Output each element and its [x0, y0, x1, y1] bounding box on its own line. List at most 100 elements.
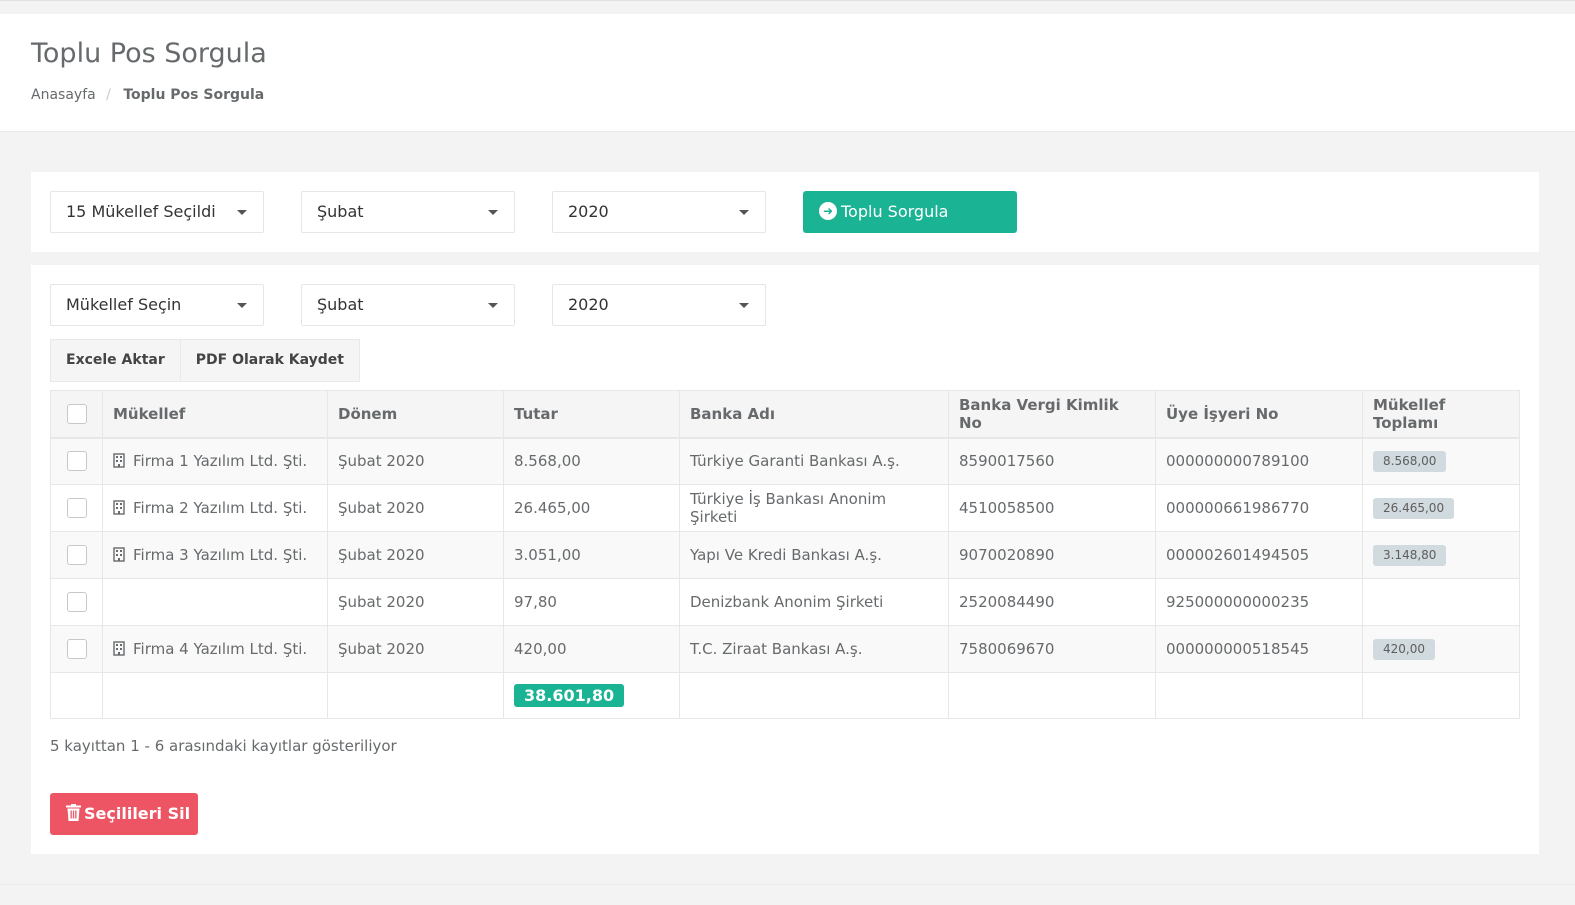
- period-cell: Şubat 2020: [327, 625, 504, 673]
- column-header-period[interactable]: Dönem: [327, 390, 504, 439]
- bulk-query-button-label: Toplu Sorgula: [841, 202, 949, 221]
- merchant-no-cell: 000000000518545: [1155, 625, 1363, 673]
- row-checkbox[interactable]: [66, 498, 87, 518]
- row-checkbox[interactable]: [66, 592, 87, 612]
- row-checkbox[interactable]: [66, 639, 87, 659]
- bulk-query-button[interactable]: ➜ Toplu Sorgula: [803, 191, 1017, 233]
- building-icon: [113, 546, 125, 562]
- delete-selected-label: Seçilileri Sil: [84, 804, 191, 823]
- delete-selected-button[interactable]: Seçilileri Sil: [50, 793, 198, 835]
- column-header-taxpayer-total[interactable]: Mükellef Toplamı: [1362, 390, 1520, 439]
- row-select-cell: [50, 531, 103, 579]
- period-cell: Şubat 2020: [327, 578, 504, 626]
- breadcrumb: Anasayfa / Toplu Pos Sorgula: [31, 87, 264, 103]
- amount-cell: 26.465,00: [503, 484, 680, 532]
- filter-month-select[interactable]: Şubat: [301, 284, 515, 326]
- taxpayer-total-cell: [1362, 578, 1520, 626]
- total-empty-cell: [1362, 672, 1520, 719]
- column-header-amount[interactable]: Tutar: [503, 390, 680, 439]
- row-select-cell: [50, 437, 103, 485]
- year-select[interactable]: 2020: [552, 191, 766, 233]
- merchant-no-cell: 000000000789100: [1155, 437, 1363, 485]
- total-empty-cell: [50, 672, 103, 719]
- month-select[interactable]: Şubat: [301, 191, 515, 233]
- grand-total-cell: 38.601,80: [503, 672, 680, 719]
- breadcrumb-home-link[interactable]: Anasayfa: [31, 87, 96, 103]
- company-name: Firma 4 Yazılım Ltd. Şti.: [133, 640, 308, 658]
- filter-year-select[interactable]: 2020: [552, 284, 766, 326]
- row-checkbox[interactable]: [66, 545, 87, 565]
- row-select-cell: [50, 484, 103, 532]
- results-panel: Mükellef Seçin Şubat 2020 Excele Aktar P…: [31, 265, 1539, 854]
- caret-down-icon: [488, 210, 498, 215]
- total-empty-cell: [948, 672, 1156, 719]
- bank-tax-no-cell: 9070020890: [948, 531, 1156, 579]
- total-empty-cell: [102, 672, 328, 719]
- table-info-text: 5 kayıttan 1 - 6 arasındaki kayıtlar gös…: [50, 737, 397, 755]
- column-header-merchant-no[interactable]: Üye İşyeri No: [1155, 390, 1363, 439]
- bank-name-cell: Yapı Ve Kredi Bankası A.ş.: [679, 531, 949, 579]
- caret-down-icon: [739, 210, 749, 215]
- footer-divider: [0, 884, 1575, 885]
- table-row: Firma 1 Yazılım Ltd. Şti. Şubat 2020 8.5…: [50, 437, 1520, 485]
- taxpayer-select[interactable]: Mükellef Seçin: [50, 284, 264, 326]
- table-header-row: Mükellef Dönem Tutar Banka Adı Banka Ver…: [50, 390, 1520, 439]
- top-strip: [0, 0, 1575, 14]
- taxpayer-multi-select[interactable]: 15 Mükellef Seçildi: [50, 191, 264, 233]
- taxpayer-total-label: 420,00: [1373, 638, 1435, 660]
- amount-cell: 420,00: [503, 625, 680, 673]
- bank-name-cell: Türkiye Garanti Bankası A.ş.: [679, 437, 949, 485]
- caret-down-icon: [488, 303, 498, 308]
- breadcrumb-separator: /: [106, 87, 111, 103]
- trash-icon: [66, 804, 81, 821]
- table-row: Firma 4 Yazılım Ltd. Şti. Şubat 2020 420…: [50, 625, 1520, 673]
- taxpayer-total-cell: 3.148,80: [1362, 531, 1520, 579]
- total-empty-cell: [1155, 672, 1363, 719]
- excel-export-button[interactable]: Excele Aktar: [50, 339, 181, 382]
- period-cell: Şubat 2020: [327, 531, 504, 579]
- taxpayer-total-label: 3.148,80: [1373, 544, 1447, 566]
- bank-tax-no-cell: 7580069670: [948, 625, 1156, 673]
- row-select-cell: [50, 578, 103, 626]
- taxpayer-total-cell: 8.568,00: [1362, 437, 1520, 485]
- filter-year-select-value: 2020: [568, 295, 609, 314]
- year-select-value: 2020: [568, 202, 609, 221]
- period-cell: Şubat 2020: [327, 437, 504, 485]
- filter-month-select-value: Şubat: [317, 295, 364, 314]
- page-heading: Toplu Pos Sorgula Anasayfa / Toplu Pos S…: [0, 14, 1575, 132]
- taxpayer-total-cell: 420,00: [1362, 625, 1520, 673]
- row-select-cell: [50, 625, 103, 673]
- total-empty-cell: [679, 672, 949, 719]
- caret-down-icon: [237, 210, 247, 215]
- breadcrumb-current: Toplu Pos Sorgula: [123, 87, 265, 103]
- company-cell: Firma 3 Yazılım Ltd. Şti.: [102, 531, 328, 579]
- company-cell: [102, 578, 328, 626]
- company-name: Firma 3 Yazılım Ltd. Şti.: [133, 546, 308, 564]
- bank-tax-no-cell: 4510058500: [948, 484, 1156, 532]
- table-row: Firma 3 Yazılım Ltd. Şti. Şubat 2020 3.0…: [50, 531, 1520, 579]
- period-cell: Şubat 2020: [327, 484, 504, 532]
- company-cell: Firma 1 Yazılım Ltd. Şti.: [102, 437, 328, 485]
- select-all-checkbox[interactable]: [66, 403, 87, 424]
- row-checkbox[interactable]: [66, 451, 87, 472]
- company-cell: Firma 4 Yazılım Ltd. Şti.: [102, 625, 328, 673]
- amount-cell: 97,80: [503, 578, 680, 626]
- bank-tax-no-cell: 2520084490: [948, 578, 1156, 626]
- company-name: Firma 1 Yazılım Ltd. Şti.: [133, 452, 308, 471]
- caret-down-icon: [739, 303, 749, 308]
- column-header-bank-name[interactable]: Banka Adı: [679, 390, 949, 439]
- building-icon: [113, 499, 125, 515]
- building-icon: [113, 453, 125, 468]
- company-name: Firma 2 Yazılım Ltd. Şti.: [133, 499, 308, 517]
- caret-down-icon: [237, 303, 247, 308]
- bank-name-cell: T.C. Ziraat Bankası A.ş.: [679, 625, 949, 673]
- pdf-export-button[interactable]: PDF Olarak Kaydet: [180, 339, 360, 382]
- column-header-bank-tax-no[interactable]: Banka Vergi Kimlik No: [948, 390, 1156, 439]
- pos-results-table: Mükellef Dönem Tutar Banka Adı Banka Ver…: [50, 390, 1520, 719]
- taxpayer-select-value: Mükellef Seçin: [66, 295, 182, 314]
- bank-name-cell: Türkiye İş Bankası Anonim Şirketi: [679, 484, 949, 532]
- column-header-taxpayer[interactable]: Mükellef: [102, 390, 328, 439]
- month-select-value: Şubat: [317, 202, 364, 221]
- bulk-query-panel: 15 Mükellef Seçildi Şubat 2020 ➜ Toplu So…: [31, 172, 1539, 252]
- company-cell: Firma 2 Yazılım Ltd. Şti.: [102, 484, 328, 532]
